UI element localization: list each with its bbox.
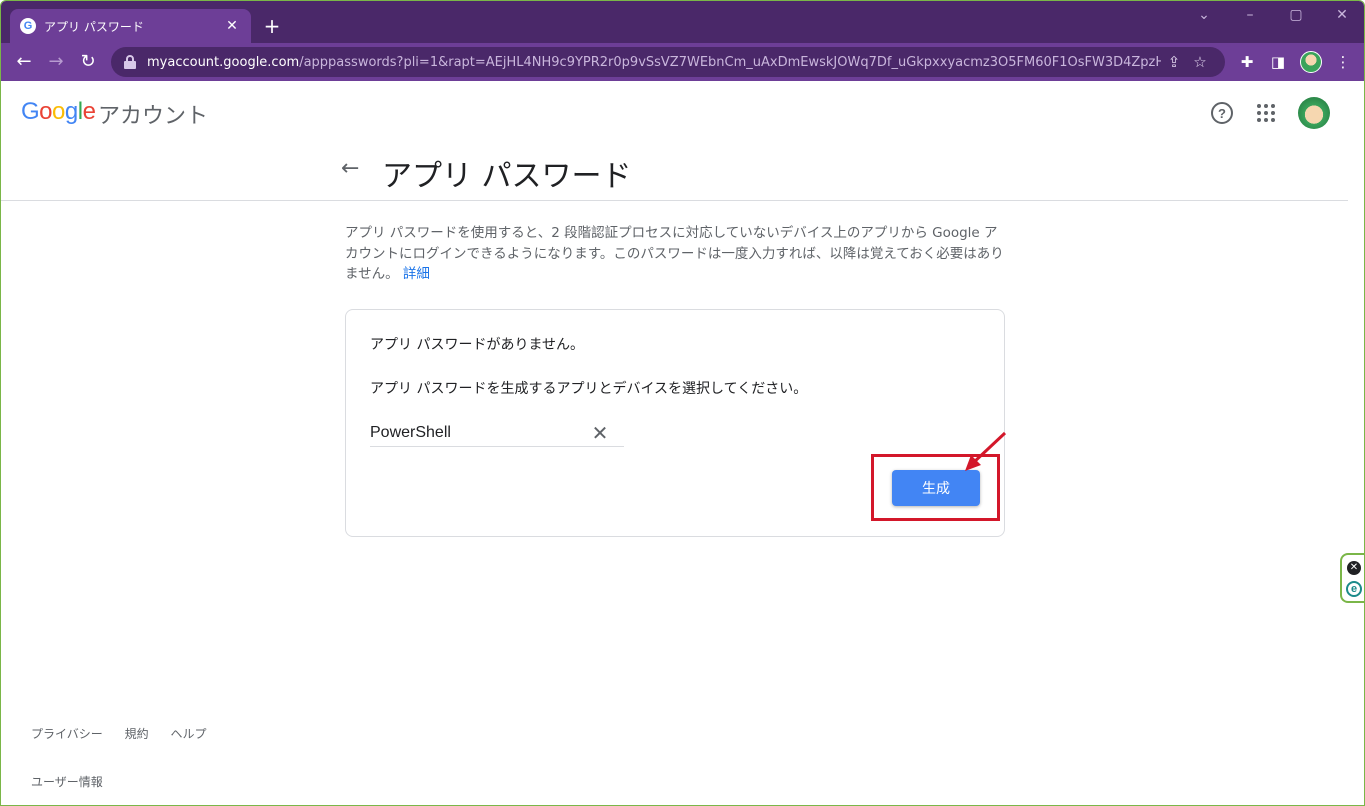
profile-avatar[interactable] [1300,51,1322,73]
description-text: アプリ パスワードを使用すると、2 段階認証プロセスに対応していないデバイス上の… [345,225,1004,282]
maximize-icon[interactable]: ▢ [1286,7,1306,23]
user-avatar[interactable] [1298,97,1330,129]
window-close-icon[interactable]: ✕ [1332,7,1352,23]
menu-icon[interactable]: ⋮ [1333,52,1353,72]
page-title: アプリ パスワード [382,159,632,194]
extension-e-icon[interactable]: e [1346,581,1362,597]
no-passwords-message: アプリ パスワードがありません。 [370,337,585,353]
clear-icon[interactable]: ✕ [589,420,611,446]
new-tab-button[interactable]: + [261,14,283,38]
app-name-input[interactable] [370,420,580,446]
instruction-text: アプリ パスワードを生成するアプリとデバイスを選択してください。 [370,381,808,397]
extensions-icon[interactable]: ✚ [1237,52,1257,72]
learn-more-link[interactable]: 詳細 [403,266,430,282]
url-text[interactable]: myaccount.google.com/apppasswords?pli=1&… [147,55,1161,70]
browser-toolbar: ← → ↻ myaccount.google.com/apppasswords?… [1,43,1364,81]
terms-link[interactable]: 規約 [125,727,149,741]
product-name: アカウント [98,104,209,129]
user-info-link[interactable]: ユーザー情報 [31,773,103,790]
share-icon[interactable]: ⇪ [1161,53,1187,71]
browser-window: G アプリ パスワード ✕ + ⌄ – ▢ ✕ ← → ↻ myaccount.… [0,0,1365,806]
privacy-link[interactable]: プライバシー [31,727,103,741]
help-icon[interactable]: ? [1211,102,1233,124]
extension-widget: ✕ e [1340,553,1364,603]
address-bar[interactable]: myaccount.google.com/apppasswords?pli=1&… [111,47,1225,77]
page-titlebar: ← アプリ パスワード [1,143,1348,201]
star-icon[interactable]: ☆ [1187,53,1213,71]
help-link[interactable]: ヘルプ [170,727,206,741]
back-icon[interactable]: ← [12,50,36,74]
close-icon[interactable]: ✕ [1347,561,1361,575]
google-favicon-icon: G [20,18,36,34]
active-tab[interactable]: G アプリ パスワード ✕ [10,9,251,43]
app-name-field: ✕ [370,420,624,447]
back-arrow-icon[interactable]: ← [341,156,359,181]
google-logo[interactable]: Google [21,98,96,126]
tab-bar: G アプリ パスワード ✕ + ⌄ – ▢ ✕ [1,1,1364,43]
footer-links: プライバシー 規約 ヘルプ [31,725,224,742]
minimize-icon[interactable]: – [1240,7,1260,23]
reload-icon[interactable]: ↻ [76,50,100,74]
lock-icon[interactable] [123,55,137,69]
annotation-arrow [965,431,1007,471]
account-header: Google アカウント ? [1,81,1348,143]
tab-close-icon[interactable]: ✕ [223,18,241,34]
apps-grid-icon[interactable] [1257,104,1275,122]
tab-title: アプリ パスワード [44,19,144,34]
side-panel-icon[interactable]: ◨ [1268,52,1288,72]
tab-search-icon[interactable]: ⌄ [1194,7,1214,23]
forward-icon[interactable]: → [44,50,68,74]
description: アプリ パスワードを使用すると、2 段階認証プロセスに対応していないデバイス上の… [345,223,1009,285]
